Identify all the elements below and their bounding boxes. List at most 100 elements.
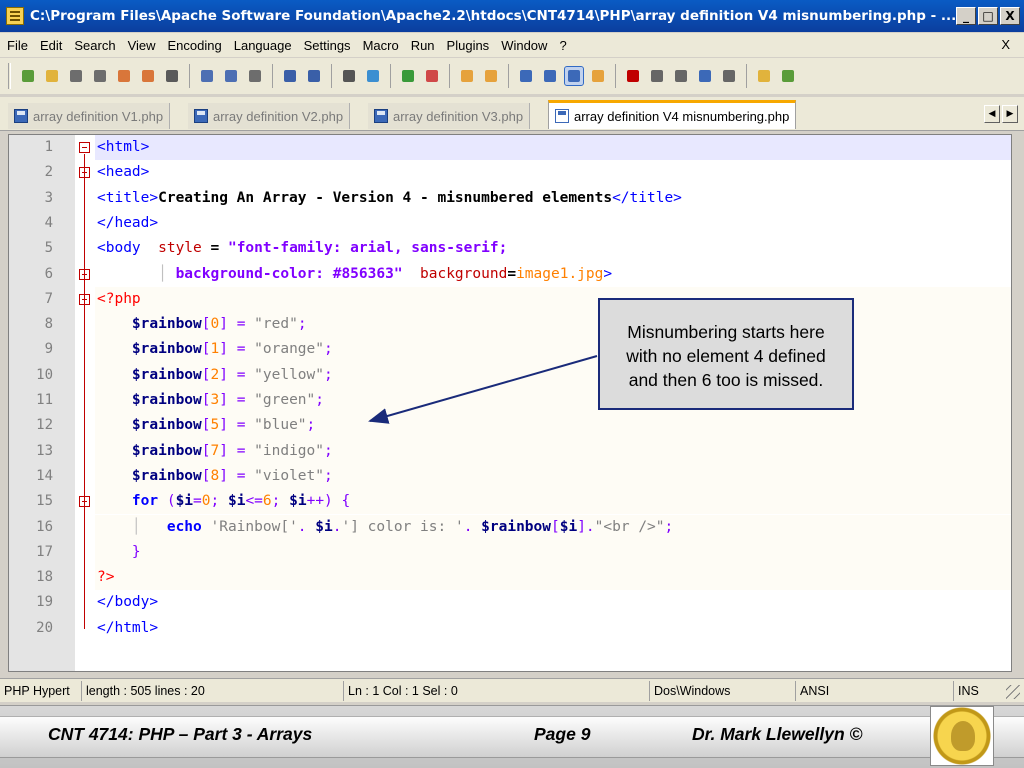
code-line[interactable]: 11 $rainbow[3] = "green"; xyxy=(9,388,1011,414)
close-document-button[interactable]: X xyxy=(1001,37,1010,52)
menu-view[interactable]: View xyxy=(122,38,162,53)
play-macro-icon[interactable] xyxy=(672,67,690,85)
record-macro-icon[interactable] xyxy=(624,67,642,85)
close-button[interactable]: X xyxy=(1000,7,1020,25)
menu-encoding[interactable]: Encoding xyxy=(162,38,228,53)
open-file-icon[interactable] xyxy=(43,67,61,85)
window-title: C:\Program Files\Apache Software Foundat… xyxy=(30,8,957,24)
code-token: </title> xyxy=(612,189,682,206)
tab-scroll-right-icon[interactable]: ▶ xyxy=(1002,105,1018,123)
zoom-out-icon[interactable] xyxy=(423,67,441,85)
code-line[interactable]: 20 </html> xyxy=(9,616,1011,641)
tab-bar: array definition V1.php array definition… xyxy=(0,97,1024,131)
menu-edit[interactable]: Edit xyxy=(34,38,68,53)
code-token: [ xyxy=(201,392,211,408)
cut-icon[interactable] xyxy=(198,67,216,85)
code-line[interactable]: 8 $rainbow[0] = "red"; xyxy=(9,312,1011,338)
tab-array-definition-v1[interactable]: array definition V1.php xyxy=(8,103,171,129)
code-editor[interactable]: 1 <html> 2 <head> 3 <title>Creating An Array … xyxy=(8,134,1012,672)
menu-help[interactable]: ? xyxy=(553,38,572,53)
menu-window[interactable]: Window xyxy=(495,38,553,53)
paste-icon[interactable] xyxy=(246,67,264,85)
menu-macro[interactable]: Macro xyxy=(357,38,405,53)
code-token: 8 xyxy=(210,467,220,484)
code-line[interactable]: 15 for ($i=0; $i<=6; $i++) { xyxy=(9,489,1011,515)
code-line[interactable]: 9 $rainbow[1] = "orange"; xyxy=(9,337,1011,363)
sync-h-icon[interactable] xyxy=(482,67,500,85)
toolbar-grip[interactable] xyxy=(8,63,11,89)
code-line[interactable]: 14 $rainbow[8] = "violet"; xyxy=(9,463,1011,490)
resize-grip-icon[interactable] xyxy=(1006,685,1020,699)
line-number: 4 xyxy=(44,214,53,231)
toolbar-separator xyxy=(272,64,273,88)
save-all-icon[interactable] xyxy=(91,67,109,85)
fold-toggle-icon[interactable] xyxy=(79,142,90,153)
code-text: │ background-color: #856363" background=… xyxy=(95,262,1011,287)
close-all-icon[interactable] xyxy=(139,67,157,85)
menu-settings[interactable]: Settings xyxy=(298,38,357,53)
run-macro-multiple-icon[interactable] xyxy=(696,67,714,85)
maximize-button[interactable]: □ xyxy=(978,7,998,25)
zoom-in-icon[interactable] xyxy=(399,67,417,85)
code-line[interactable]: 12 $rainbow[5] = "blue"; xyxy=(9,413,1011,439)
code-line[interactable]: 4 </head> xyxy=(9,211,1011,236)
code-token: "<br />" xyxy=(594,518,665,535)
code-line[interactable]: 13 $rainbow[7] = "indigo"; xyxy=(9,438,1011,464)
tab-array-definition-v3[interactable]: array definition V3.php xyxy=(368,103,531,129)
sync-v-icon[interactable] xyxy=(458,67,476,85)
open-folder-icon[interactable] xyxy=(755,67,773,85)
code-token: "violet" xyxy=(254,467,324,484)
minimize-button[interactable]: _ xyxy=(956,7,976,25)
code-line[interactable]: 18 ?> xyxy=(9,565,1011,591)
code-text: <html> xyxy=(95,135,1011,161)
code-token: ; xyxy=(306,417,316,434)
folder-as-workspace-icon[interactable] xyxy=(589,67,607,85)
code-token: ] = xyxy=(219,316,255,333)
code-token: $rainbow xyxy=(481,518,551,535)
code-line[interactable]: 3 <title>Creating An Array - Version 4 - … xyxy=(9,186,1011,211)
tab-scroll-left-icon[interactable]: ◀ xyxy=(984,105,1000,123)
code-line[interactable]: 2 <head> xyxy=(9,160,1011,185)
code-line[interactable]: 10 $rainbow[2] = "yellow"; xyxy=(9,362,1011,388)
print-icon[interactable] xyxy=(163,67,181,85)
code-token: $rainbow xyxy=(97,392,202,408)
find-icon[interactable] xyxy=(340,67,358,85)
indent-guide-icon[interactable] xyxy=(564,66,584,86)
code-token: ] = xyxy=(219,366,255,383)
code-line[interactable]: 6 │ background-color: #856363" backgroun… xyxy=(9,262,1011,287)
stop-macro-icon[interactable] xyxy=(648,67,666,85)
line-number: 13 xyxy=(36,442,53,459)
close-icon[interactable] xyxy=(115,67,133,85)
show-all-chars-icon[interactable] xyxy=(541,67,559,85)
menu-run[interactable]: Run xyxy=(405,38,441,53)
word-wrap-icon[interactable] xyxy=(517,67,535,85)
tab-array-definition-v2[interactable]: array definition V2.php xyxy=(188,103,351,129)
tab-array-definition-v4-misnumbering[interactable]: array definition V4 misnumbering.php xyxy=(548,100,797,129)
menu-file[interactable]: File xyxy=(0,38,34,53)
new-file-icon[interactable] xyxy=(19,67,37,85)
code-token: [ xyxy=(201,467,211,484)
code-token: "yellow" xyxy=(254,366,324,383)
line-number: 6 xyxy=(44,265,53,282)
code-line[interactable]: 19 </body> xyxy=(9,590,1011,615)
spellcheck-icon[interactable] xyxy=(779,67,797,85)
code-text: <body style = "font-family: arial, sans-… xyxy=(95,236,1011,261)
menu-search[interactable]: Search xyxy=(68,38,121,53)
code-line[interactable]: 16 │ echo 'Rainbow['. $i.'] color is: '.… xyxy=(9,514,1011,540)
save-icon[interactable] xyxy=(67,67,85,85)
menu-plugins[interactable]: Plugins xyxy=(441,38,496,53)
menu-language[interactable]: Language xyxy=(228,38,298,53)
undo-icon[interactable] xyxy=(281,67,299,85)
code-token: $i xyxy=(315,518,333,535)
code-line[interactable]: 17 } xyxy=(9,539,1011,566)
code-token: image1.jpg xyxy=(516,265,604,282)
line-number: 12 xyxy=(36,417,53,434)
save-macro-icon[interactable] xyxy=(720,67,738,85)
redo-icon[interactable] xyxy=(305,67,323,85)
code-line[interactable]: 5 <body style = "font-family: arial, sans… xyxy=(9,236,1011,261)
replace-icon[interactable] xyxy=(364,67,382,85)
copy-icon[interactable] xyxy=(222,67,240,85)
code-line[interactable]: 7 <?php xyxy=(9,286,1011,313)
code-token: style xyxy=(158,240,202,257)
code-line[interactable]: 1 <html> xyxy=(9,135,1011,161)
